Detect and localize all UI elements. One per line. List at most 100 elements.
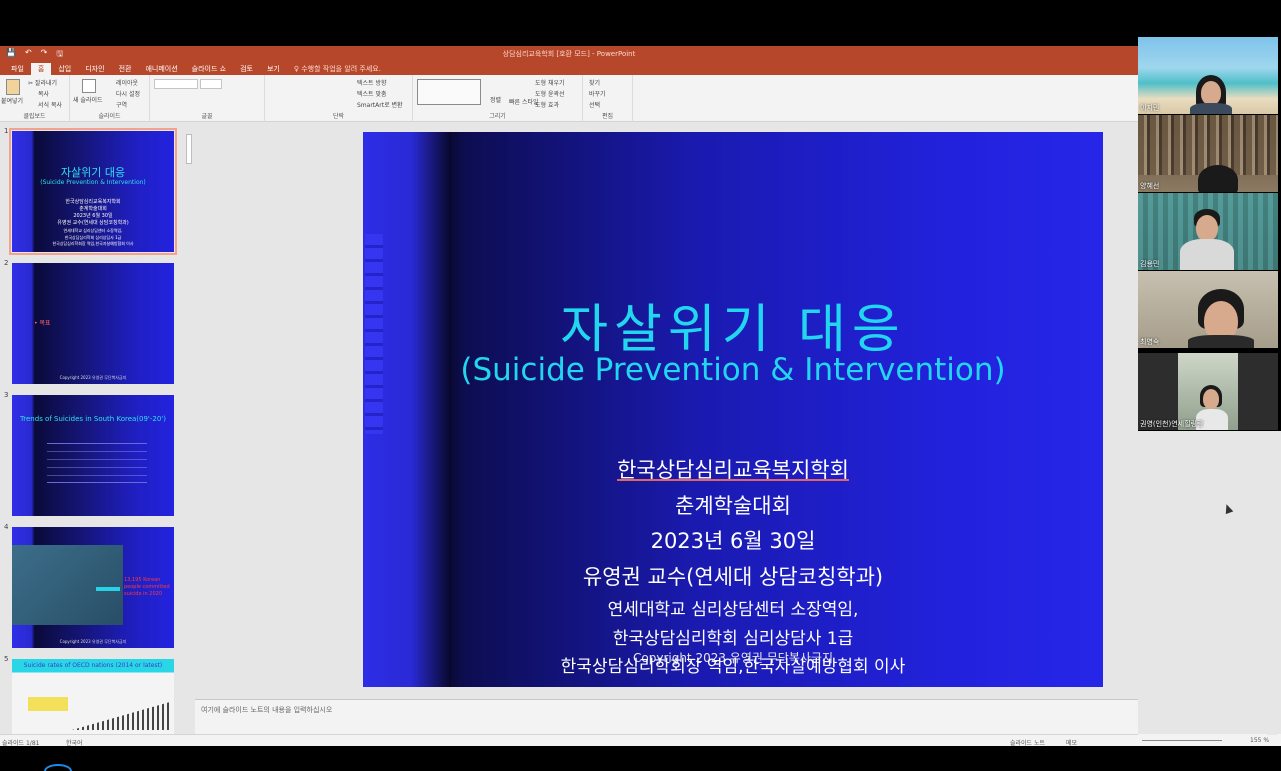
thumb-number: 3 <box>4 391 9 399</box>
participant-tile[interactable]: 최영숙 <box>1138 271 1278 348</box>
find-button[interactable]: 찾기 <box>589 78 600 87</box>
reset-button[interactable]: 다시 설정 <box>116 89 140 98</box>
thumbnail-slide-2[interactable]: • 목표 Copyright 2023 유영권 무단복사금지 <box>12 263 174 384</box>
thumb-line-chart <box>47 443 147 483</box>
thumb-line: 2023년 6월 30일 <box>73 213 113 219</box>
font-label: 글꼴 <box>201 113 213 120</box>
participant-face <box>1203 389 1219 409</box>
slide-line-role-2[interactable]: 한국상담심리학회 심리상담사 1급 <box>363 624 1103 649</box>
new-slide-icon[interactable] <box>82 79 96 93</box>
smartart-button[interactable]: SmartArt로 변환 <box>357 100 403 109</box>
thumb-number: 4 <box>4 523 9 531</box>
drawing-group: 정렬 빠른 스타일 도형 채우기 도형 윤곽선 도형 효과 그리기 <box>413 75 583 122</box>
ribbon: 붙여넣기 ✂ 잘라내기 복사 서식 복사 클립보드 새 슬라이드 레이아웃 다시… <box>0 75 1138 122</box>
screen: 💾 ↶ ↷ 🖫 상담심리교육학회 [호환 모드] - PowerPoint 파일… <box>0 0 1281 771</box>
participant-tile[interactable]: 이지민 <box>1138 37 1278 114</box>
participant-body <box>1180 239 1234 270</box>
notes-toggle[interactable]: 슬라이드 노트 <box>1010 738 1045 746</box>
thumb-map-image <box>12 545 123 625</box>
cut-button[interactable]: ✂ 잘라내기 <box>28 78 57 87</box>
thumbnail-slide-1[interactable]: 자살위기 대응 (Suicide Prevention & Interventi… <box>9 128 177 255</box>
thumbnail-slide-5[interactable]: Suicide rates of OECD nations (2014 or l… <box>12 659 174 734</box>
shapes-gallery[interactable] <box>417 79 481 105</box>
new-slide-button[interactable]: 새 슬라이드 <box>73 95 103 104</box>
tab-transitions[interactable]: 전환 <box>112 63 139 75</box>
thumbnail-slide-4[interactable]: 13,195 Korean people committed suicide i… <box>12 527 174 648</box>
slide-line-society[interactable]: 한국상담심리교육복지학회 <box>363 454 1103 484</box>
editing-group: 찾기 바꾸기 선택 편집 <box>583 75 633 122</box>
comments-toggle[interactable]: 메모 <box>1066 738 1077 746</box>
paragraph-group: 텍스트 방향 텍스트 맞춤 SmartArt로 변환 단락 <box>265 75 413 122</box>
side-panel-background <box>1138 431 1281 746</box>
tab-slideshow[interactable]: 슬라이드 쇼 <box>185 63 233 75</box>
section-button[interactable]: 구역 <box>116 100 127 109</box>
format-painter-button[interactable]: 서식 복사 <box>38 100 62 109</box>
layout-button[interactable]: 레이아웃 <box>116 78 138 87</box>
thumb-copyright: Copyright 2023 유영권 무단복사금지 <box>59 639 127 644</box>
slide-line-role-1[interactable]: 연세대학교 심리상담센터 소장역임, <box>363 595 1103 620</box>
replace-button[interactable]: 바꾸기 <box>589 89 606 98</box>
scrollbar-thumb[interactable] <box>186 134 192 164</box>
thumb-number: 1 <box>4 127 9 135</box>
shape-effects-button[interactable]: 도형 효과 <box>535 100 559 109</box>
current-slide[interactable]: 자살위기 대응 (Suicide Prevention & Interventi… <box>363 132 1103 687</box>
participant-body <box>1190 103 1232 114</box>
text-direction-button[interactable]: 텍스트 방향 <box>357 78 387 87</box>
slides-group: 새 슬라이드 레이아웃 다시 설정 구역 슬라이드 <box>70 75 150 122</box>
participant-body <box>1188 335 1254 348</box>
participant-name: 권영(인천)연세힐링랑 <box>1140 420 1204 428</box>
align-text-button[interactable]: 텍스트 맞춤 <box>357 89 387 98</box>
tab-animations[interactable]: 애니메이션 <box>138 63 184 75</box>
thumb-arrow-icon <box>96 587 120 591</box>
editing-label: 편집 <box>601 113 614 120</box>
participant-name: 이지민 <box>1140 104 1160 112</box>
thumbnail-slide-3[interactable]: Trends of Suicides in South Korea(09'-20… <box>12 395 174 516</box>
participant-name: 양혜선 <box>1140 182 1160 190</box>
thumb-title: 자살위기 대응 <box>60 166 126 179</box>
slide-line-conference[interactable]: 춘계학술대회 <box>363 490 1103 520</box>
font-format-buttons[interactable] <box>154 93 254 103</box>
clipboard-group: 붙여넣기 ✂ 잘라내기 복사 서식 복사 클립보드 <box>0 75 70 122</box>
slide-subtitle[interactable]: (Suicide Prevention & Intervention) <box>363 352 1103 388</box>
powerpoint-window: 💾 ↶ ↷ 🖫 상담심리교육학회 [호환 모드] - PowerPoint 파일… <box>0 46 1138 746</box>
slides-label: 슬라이드 <box>98 113 121 120</box>
status-bar: 슬라이드 1/81 한국어 슬라이드 노트 메모 <box>0 734 1138 746</box>
slide-title[interactable]: 자살위기 대응 <box>363 287 1103 362</box>
shape-fill-button[interactable]: 도형 채우기 <box>535 78 565 87</box>
tab-design[interactable]: 디자인 <box>78 63 111 75</box>
paste-button[interactable]: 붙여넣기 <box>1 96 23 105</box>
participant-tile[interactable]: 김용민 <box>1138 193 1278 270</box>
thumb-line: 연세대학교 심리상담센터 소장역임, <box>63 228 123 233</box>
slide-editor: 자살위기 대응 (Suicide Prevention & Interventi… <box>195 122 1138 699</box>
tab-home[interactable]: 홈 <box>30 63 52 75</box>
arrange-button[interactable]: 정렬 <box>490 95 501 104</box>
right-scrollbar[interactable] <box>1267 665 1277 735</box>
thumb-title: Suicide rates of OECD nations (2014 or l… <box>23 662 163 669</box>
zoom-slider[interactable] <box>1142 740 1222 741</box>
participant-tile[interactable]: 양혜선 <box>1138 115 1278 192</box>
slide-line-presenter[interactable]: 유영권 교수(연세대 상담코칭학과) <box>363 561 1103 591</box>
tab-view[interactable]: 보기 <box>260 63 287 75</box>
slide-line-date[interactable]: 2023년 6월 30일 <box>363 525 1103 555</box>
shape-outline-button[interactable]: 도형 윤곽선 <box>535 89 565 98</box>
thumb-note-box <box>28 697 68 711</box>
copy-button[interactable]: 복사 <box>38 89 49 98</box>
paste-icon[interactable] <box>6 79 20 95</box>
zoom-level[interactable]: 155 % <box>1250 737 1269 744</box>
tab-file[interactable]: 파일 <box>4 63 31 75</box>
tell-me-box[interactable]: ♀ 수행할 작업을 알려 주세요. <box>287 63 388 75</box>
participant-tile[interactable]: 권영(인천)연세힐링랑 <box>1138 353 1278 430</box>
participant-face <box>1196 215 1218 241</box>
thumbnails-scrollbar[interactable] <box>185 122 193 734</box>
slide-line-role-3[interactable]: 한국상담심리학회장 역임,한국자살예방협회 이사 <box>363 652 1103 677</box>
select-button[interactable]: 선택 <box>589 100 600 109</box>
thumb-bullet: • 목표 <box>34 320 51 327</box>
tab-insert[interactable]: 삽입 <box>51 63 78 75</box>
font-size-combo[interactable] <box>200 79 222 89</box>
language-indicator[interactable]: 한국어 <box>66 738 83 746</box>
title-bar: 💾 ↶ ↷ 🖫 상담심리교육학회 [호환 모드] - PowerPoint <box>0 46 1138 61</box>
tab-review[interactable]: 검토 <box>233 63 260 75</box>
notes-pane[interactable]: 여기에 슬라이드 노트의 내용을 입력하십시오 <box>195 699 1138 734</box>
thumb-copyright: Copyright 2023 유영권 무단복사금지 <box>59 375 127 380</box>
font-name-combo[interactable] <box>154 79 198 89</box>
